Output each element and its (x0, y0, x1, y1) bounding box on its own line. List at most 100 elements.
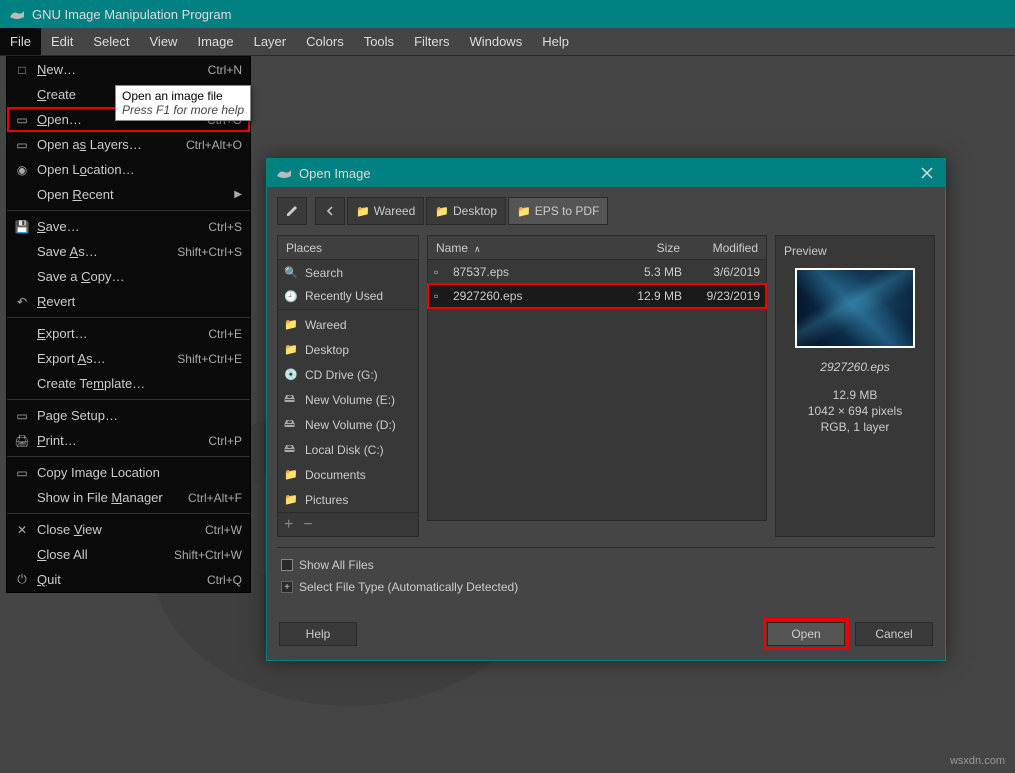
menu-item-label: Copy Image Location (37, 465, 242, 480)
file-menu-page-setup[interactable]: ▭Page Setup… (7, 403, 250, 428)
file-menu-save-as[interactable]: Save As…Shift+Ctrl+S (7, 239, 250, 264)
dialog-title: Open Image (299, 166, 371, 181)
file-menu-dropdown: □New…Ctrl+NCreate▶▭Open…Ctrl+O▭Open as L… (6, 56, 251, 593)
file-row[interactable]: ▫2927260.eps12.9 MB9/23/2019 (428, 284, 766, 308)
place-pictures[interactable]: 📁Pictures (278, 487, 418, 512)
file-menu-revert[interactable]: ↶Revert (7, 289, 250, 314)
dialog-close-button[interactable] (917, 163, 937, 183)
gimp-logo-icon (8, 5, 26, 23)
path-segment-desktop[interactable]: 📁Desktop (426, 197, 506, 225)
menu-item-label: Export… (37, 326, 208, 341)
place-local-disk-c[interactable]: 🖴Local Disk (C:) (278, 437, 418, 462)
file-menu-create-template[interactable]: Create Template… (7, 371, 250, 396)
place-icon: 📁 (284, 468, 300, 481)
checkbox-icon[interactable] (281, 559, 293, 571)
menu-image[interactable]: Image (187, 28, 243, 55)
path-back-button[interactable] (315, 197, 345, 225)
add-bookmark-button[interactable]: + (284, 516, 293, 534)
sort-asc-icon: ∧ (474, 244, 481, 254)
menu-tools[interactable]: Tools (354, 28, 404, 55)
menu-item-label: Save… (37, 219, 208, 234)
place-recently-used[interactable]: 🕘Recently Used (278, 285, 418, 310)
file-menu-save-a-copy[interactable]: Save a Copy… (7, 264, 250, 289)
menu-item-label: Show in File Manager (37, 490, 188, 505)
remove-bookmark-button[interactable]: − (303, 516, 312, 534)
place-icon: 🖴 (284, 440, 300, 459)
path-segment-wareed[interactable]: 📁Wareed (347, 197, 424, 225)
file-icon: ▫ (434, 265, 448, 279)
place-cd-drive-g[interactable]: 💿CD Drive (G:) (278, 362, 418, 387)
column-modified-header[interactable]: Modified (688, 241, 758, 255)
menu-help[interactable]: Help (532, 28, 579, 55)
file-menu-print[interactable]: 🖨Print…Ctrl+P (7, 428, 250, 453)
menu-item-icon (13, 489, 31, 507)
place-search[interactable]: 🔍Search (278, 260, 418, 285)
file-menu-open-location[interactable]: ◉Open Location… (7, 157, 250, 182)
place-desktop[interactable]: 📁Desktop (278, 337, 418, 362)
expand-icon[interactable]: + (281, 581, 293, 593)
preview-header: Preview (784, 244, 926, 258)
menu-item-label: Save As… (37, 244, 177, 259)
select-file-type-option[interactable]: + Select File Type (Automatically Detect… (277, 576, 935, 598)
file-menu-show-in-file-manager[interactable]: Show in File ManagerCtrl+Alt+F (7, 485, 250, 510)
file-row[interactable]: ▫87537.eps5.3 MB3/6/2019 (428, 260, 766, 284)
help-button[interactable]: Help (279, 622, 357, 646)
file-menu-open-recent[interactable]: Open Recent▶ (7, 182, 250, 207)
preview-filename: 2927260.eps (784, 360, 926, 374)
path-segment-eps-to-pdf[interactable]: 📁EPS to PDF (508, 197, 608, 225)
menu-edit[interactable]: Edit (41, 28, 83, 55)
file-menu-export-as[interactable]: Export As…Shift+Ctrl+E (7, 346, 250, 371)
place-new-volume-d[interactable]: 🖴New Volume (D:) (278, 412, 418, 437)
path-bar: 📁Wareed📁Desktop📁EPS to PDF (277, 197, 935, 225)
place-icon: 🖴 (284, 390, 300, 409)
open-button[interactable]: Open (767, 622, 845, 646)
file-menu-close-view[interactable]: ✕Close ViewCtrl+W (7, 517, 250, 542)
file-menu-open-as-layers[interactable]: ▭Open as Layers…Ctrl+Alt+O (7, 132, 250, 157)
menu-layer[interactable]: Layer (244, 28, 297, 55)
column-name-header[interactable]: Name∧ (436, 241, 620, 255)
menu-colors[interactable]: Colors (296, 28, 354, 55)
path-edit-button[interactable] (277, 197, 307, 225)
preview-thumbnail (795, 268, 915, 348)
open-image-dialog: Open Image 📁Wareed📁Desktop📁EPS to PDF Pl… (266, 158, 946, 661)
folder-icon: 📁 (517, 205, 531, 218)
preview-mode: RGB, 1 layer (784, 420, 926, 434)
folder-icon: 📁 (356, 205, 370, 218)
menu-file[interactable]: File (0, 28, 41, 55)
places-header[interactable]: Places (286, 241, 322, 255)
place-icon: 📁 (284, 318, 300, 331)
submenu-arrow-icon: ▶ (234, 189, 242, 200)
column-size-header[interactable]: Size (620, 241, 680, 255)
menu-item-icon: ▭ (13, 136, 31, 154)
preview-dimensions: 1042 × 694 pixels (784, 404, 926, 418)
file-menu-quit[interactable]: ⏻QuitCtrl+Q (7, 567, 250, 592)
menu-select[interactable]: Select (83, 28, 139, 55)
open-tooltip: Open an image file Press F1 for more hel… (115, 85, 251, 121)
menu-item-label: Print… (37, 433, 208, 448)
menu-item-icon (13, 186, 31, 204)
menu-view[interactable]: View (140, 28, 188, 55)
cancel-button[interactable]: Cancel (855, 622, 933, 646)
file-menu-save[interactable]: 💾Save…Ctrl+S (7, 214, 250, 239)
place-icon: 🔍 (284, 266, 300, 279)
file-menu-copy-image-location[interactable]: ▭Copy Image Location (7, 460, 250, 485)
menu-item-label: Revert (37, 294, 242, 309)
menu-item-icon: ▭ (13, 111, 31, 129)
menu-filters[interactable]: Filters (404, 28, 459, 55)
file-menu-new[interactable]: □New…Ctrl+N (7, 57, 250, 82)
show-all-files-option[interactable]: Show All Files (277, 554, 935, 576)
place-new-volume-e[interactable]: 🖴New Volume (E:) (278, 387, 418, 412)
gimp-logo-icon (275, 164, 293, 182)
menu-item-icon (13, 268, 31, 286)
menu-item-label: Export As… (37, 351, 177, 366)
file-menu-export[interactable]: Export…Ctrl+E (7, 321, 250, 346)
menu-item-label: Close View (37, 522, 205, 537)
place-documents[interactable]: 📁Documents (278, 462, 418, 487)
file-menu-close-all[interactable]: Close AllShift+Ctrl+W (7, 542, 250, 567)
place-icon: 📁 (284, 493, 300, 506)
tooltip-hint: Press F1 for more help (122, 103, 244, 117)
place-wareed[interactable]: 📁Wareed (278, 312, 418, 337)
menu-windows[interactable]: Windows (459, 28, 532, 55)
preview-size: 12.9 MB (784, 388, 926, 402)
place-icon: 🖴 (284, 415, 300, 434)
